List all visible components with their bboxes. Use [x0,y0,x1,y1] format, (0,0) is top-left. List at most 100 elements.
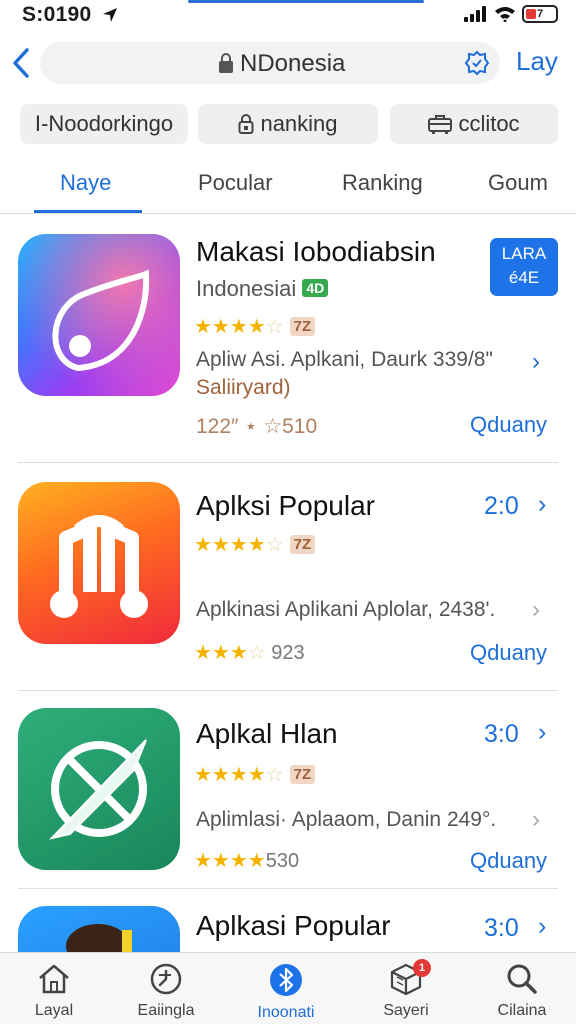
app-description: Apliw Asi. Aplkani, Daurk 339/8" [196,348,493,371]
leaf-icon [18,234,180,396]
app-price[interactable]: 3:0 [484,914,519,943]
address-bar[interactable]: NDonesia [40,42,500,84]
star-rating: ★★★★☆ 7Z [194,532,316,557]
star-rating: ★★★★☆ 7Z [194,314,316,339]
signal-icon [464,6,486,22]
compass-icon [48,739,147,840]
filter-chip-1[interactable]: I-Noodorkingo [20,104,188,144]
app-subtitle: Indonesiai 4D [196,276,329,302]
tab-naye[interactable]: Naye [60,170,111,196]
chevron-right-icon[interactable]: › [538,912,546,941]
lay-button[interactable]: Lay [516,46,558,77]
tabbar-label: Cilaina [497,1002,547,1019]
battery-icon: 7 [522,5,558,23]
tab-pocular[interactable]: Pocular [198,170,273,196]
app-title: Aplkasi Popular [196,910,391,941]
chevron-right-icon[interactable]: › [532,348,540,376]
tabbar-item-eaiingla[interactable]: Eaiingla [116,963,216,1020]
rating-badge: 7Z [289,765,316,784]
filter-chip-2[interactable]: nanking [198,104,378,144]
active-tab-indicator [34,210,142,213]
filter-chip-label: cclitoc [458,111,520,136]
count-rating: ★★★☆ 923 [194,642,305,664]
person-photo-icon [66,924,132,952]
location-arrow-icon [102,8,117,22]
rating-badge: 7Z [289,535,316,554]
app-description-line2: Saliiryard) [196,376,291,399]
lock-icon [219,53,233,73]
briefcase-icon [428,115,453,134]
filter-chip-label: nanking [260,111,338,136]
app-icon-hlan [18,708,180,870]
tabbar-item-inoonati[interactable]: Inoonati [236,963,336,1022]
app-title: Aplkal Hlan [196,718,338,749]
tabbar-label: Eaiingla [137,1002,195,1019]
get-button[interactable]: Qduany [470,640,547,666]
navigation-bar: NDonesia Lay [0,38,576,88]
status-time-text: S:0190 [22,3,92,26]
app-description: Aplimlasi· Aplaaom, Danin 249°. [196,808,497,831]
row-divider [18,462,558,463]
app-title: Aplksi Popular [196,490,375,521]
tabbar-item-sayeri[interactable]: 1 Sayeri [356,959,456,1020]
list-item[interactable]: Aplkasi Popular 3:0 › [0,890,576,952]
tabbar-item-cilaina[interactable]: Cilaina [472,963,572,1020]
tabbar-item-layal[interactable]: Layal [4,963,104,1020]
app-icon-makasi [18,234,180,396]
top-progress-line [188,0,424,3]
language-badge: 4D [302,279,329,297]
app-review-count: 923 [271,642,305,664]
filter-row: I-Noodorkingo nanking cclitoc [0,104,576,146]
tabbar-label: Layal [34,1002,74,1019]
settings-badge-icon[interactable] [464,50,490,76]
list-item[interactable]: Aplksi Popular 2:0 › ★★★★☆ 7Z Aplkinasi A… [0,464,576,691]
chevron-right-icon[interactable]: › [532,806,540,834]
chevron-left-icon [13,48,29,78]
filter-chip-3[interactable]: cclitoc [390,104,558,144]
address-text: NDonesia [240,50,346,77]
app-description: Aplkinasi Aplikani Aplolar, 2438'. [196,598,496,621]
app-price[interactable]: 3:0 [484,720,519,749]
rating-badge: 7Z [289,317,316,336]
battery-level: 7 [536,8,544,20]
tabbar-label: Inoonati [257,1004,315,1021]
bottom-tab-bar: Layal Eaiingla Inoonati 1 Sayeri Cilaina [0,952,576,1024]
lara-badge-line2: é4E [508,268,540,287]
tab-goum[interactable]: Goum [488,170,548,196]
tabbar-label: Sayeri [383,1002,429,1019]
chevron-right-icon[interactable]: › [538,718,546,747]
app-icon-popular-2 [18,906,180,952]
tab-ranking[interactable]: Ranking [342,170,423,196]
status-time: S:0190 [22,3,118,27]
chevron-right-icon[interactable]: › [532,596,540,624]
get-button[interactable]: Qduany [470,848,547,874]
row-divider [18,690,558,691]
search-icon [507,964,537,994]
lara-badge-line1: LARA [501,244,547,263]
count-rating: ★★★★530 [194,850,300,872]
row-divider [18,888,558,889]
status-icons: 7 [464,5,558,23]
app-subtitle-text: Indonesiai [196,276,297,301]
app-icon-popular [18,482,180,644]
list-item[interactable]: Aplkal Hlan 3:0 › ★★★★☆ 7Z Aplimlasi· Apl… [0,692,576,889]
lara-badge[interactable]: LARA é4E [490,238,558,296]
filter-chip-label: I-Noodorkingo [34,111,174,136]
clock-icon [150,963,182,995]
app-title: Makasi Iobodiabsin [196,236,436,267]
notification-badge: 1 [413,959,431,977]
list-item[interactable]: Makasi Iobodiabsin Indonesiai 4D ★★★★☆ 7Z … [0,214,576,463]
app-download-count: 122″ ⋆ ☆510 [196,415,318,438]
category-tabs: Naye Pocular Ranking Goum [0,160,576,214]
star-rating: ★★★★☆ 7Z [194,762,316,787]
app-review-count: 530 [265,850,300,872]
lock-icon [238,114,254,134]
home-icon [39,964,69,994]
chevron-right-icon[interactable]: › [538,490,546,519]
status-bar: S:0190 7 [0,0,576,30]
music-note-icon [50,515,148,618]
app-price[interactable]: 2:0 [484,492,519,521]
bluetooth-icon [270,964,302,996]
get-button[interactable]: Qduany [470,412,547,438]
back-button[interactable] [8,46,34,80]
